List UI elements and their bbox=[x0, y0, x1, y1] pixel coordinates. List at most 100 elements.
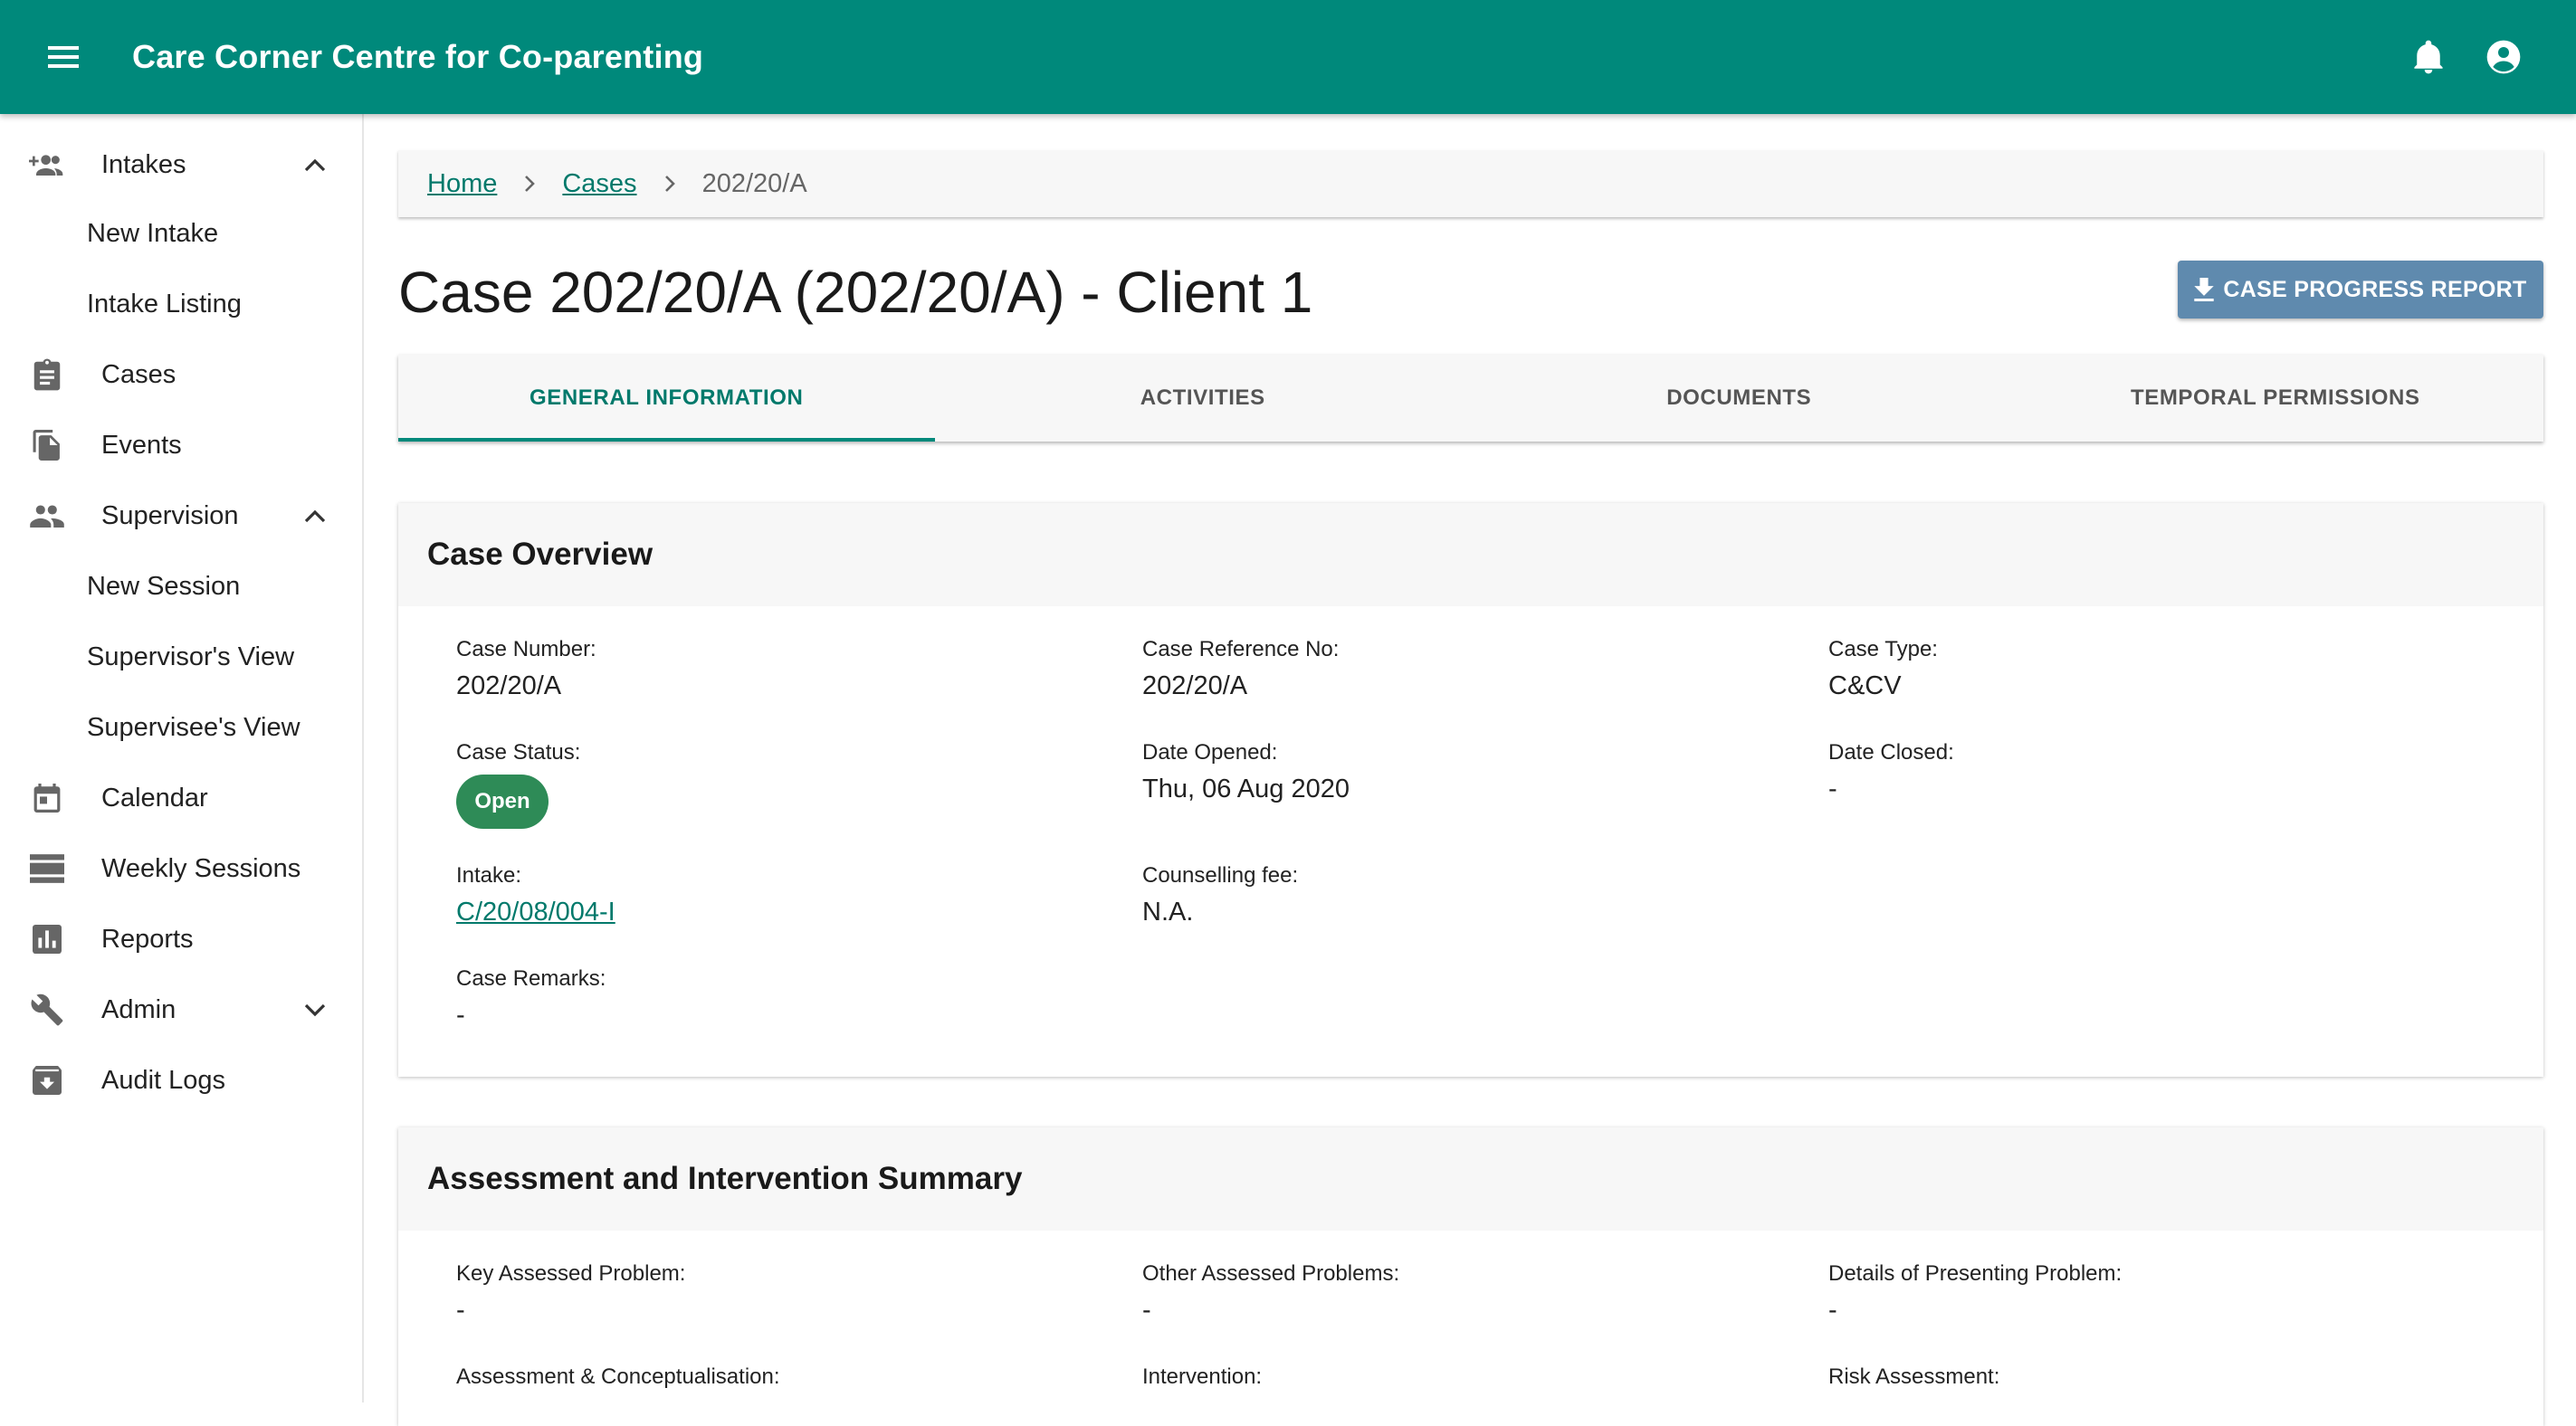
chevron-right-icon bbox=[637, 175, 702, 193]
sidebar-item-label: Admin bbox=[101, 994, 177, 1024]
sidebar-item-supervisees-view[interactable]: Supervisee's View bbox=[0, 695, 362, 760]
sidebar-item-label: Reports bbox=[101, 924, 194, 954]
case-status-field: Case Status: Open bbox=[456, 740, 580, 829]
field-label: Assessment & Conceptualisation: bbox=[456, 1364, 780, 1389]
file-copy-icon bbox=[29, 427, 65, 463]
tab-bar: GENERAL INFORMATION ACTIVITIES DOCUMENTS… bbox=[398, 355, 2543, 442]
date-opened-field: Date Opened: Thu, 06 Aug 2020 bbox=[1142, 740, 1350, 804]
sidebar-item-calendar[interactable]: Calendar bbox=[0, 765, 362, 831]
app-title: Care Corner Centre for Co-parenting bbox=[132, 38, 704, 75]
clipboard-icon bbox=[29, 356, 65, 393]
breadcrumb-cases-link[interactable]: Cases bbox=[562, 169, 636, 199]
view-list-icon bbox=[29, 851, 65, 887]
sidebar-item-label: Weekly Sessions bbox=[101, 853, 301, 883]
tab-general-information[interactable]: GENERAL INFORMATION bbox=[398, 355, 935, 442]
sidebar-item-cases[interactable]: Cases bbox=[0, 342, 362, 407]
sidebar-item-weekly-sessions[interactable]: Weekly Sessions bbox=[0, 836, 362, 901]
conceptualisation-field: Assessment & Conceptualisation: bbox=[456, 1364, 780, 1390]
intake-link[interactable]: C/20/08/004-I bbox=[456, 898, 615, 927]
field-label: Key Assessed Problem: bbox=[456, 1261, 686, 1286]
download-icon bbox=[2194, 278, 2215, 301]
sidebar-item-supervision[interactable]: Supervision bbox=[0, 483, 362, 548]
account-circle-icon[interactable] bbox=[2485, 39, 2522, 75]
sidebar-item-events[interactable]: Events bbox=[0, 413, 362, 478]
field-label: Other Assessed Problems: bbox=[1142, 1261, 1400, 1286]
sidebar-item-label: Audit Logs bbox=[101, 1065, 226, 1095]
case-progress-report-button[interactable]: CASE PROGRESS REPORT bbox=[2178, 261, 2543, 318]
sidebar-item-label: Supervisor's View bbox=[87, 642, 295, 671]
sidebar-item-intake-listing[interactable]: Intake Listing bbox=[0, 271, 362, 337]
status-badge: Open bbox=[456, 775, 549, 829]
sidebar-item-new-session[interactable]: New Session bbox=[0, 554, 362, 619]
report-button-label: CASE PROGRESS REPORT bbox=[2223, 276, 2527, 302]
case-reference-field: Case Reference No: 202/20/A bbox=[1142, 637, 1339, 701]
tab-temporal-permissions[interactable]: TEMPORAL PERMISSIONS bbox=[2008, 355, 2544, 442]
breadcrumb-home-link[interactable]: Home bbox=[427, 169, 497, 199]
sidebar-item-label: Intake Listing bbox=[87, 289, 242, 318]
case-overview-card: Case Overview Case Number: 202/20/A Case… bbox=[398, 503, 2543, 1077]
case-type-field: Case Type: C&CV bbox=[1828, 637, 1938, 701]
app-bar: Care Corner Centre for Co-parenting bbox=[0, 0, 2576, 114]
field-label: Case Number: bbox=[456, 637, 596, 661]
sidebar: Intakes New Intake Intake Listing Cases … bbox=[0, 114, 364, 1402]
assessment-heading: Assessment and Intervention Summary bbox=[398, 1127, 2543, 1231]
case-overview-heading: Case Overview bbox=[398, 503, 2543, 606]
counselling-fee-field: Counselling fee: N.A. bbox=[1142, 863, 1298, 927]
tab-documents[interactable]: DOCUMENTS bbox=[1471, 355, 2008, 442]
field-label: Intake: bbox=[456, 863, 522, 888]
sidebar-item-label: Events bbox=[101, 430, 182, 460]
field-label: Case Type: bbox=[1828, 637, 1938, 661]
field-value: - bbox=[456, 1001, 465, 1030]
sidebar-item-reports[interactable]: Reports bbox=[0, 907, 362, 972]
page-title: Case 202/20/A (202/20/A) - Client 1 bbox=[398, 260, 1313, 325]
field-value: - bbox=[1828, 775, 1837, 803]
field-label: Date Opened: bbox=[1142, 740, 1278, 765]
key-problem-field: Key Assessed Problem: - bbox=[456, 1261, 685, 1326]
bell-icon[interactable] bbox=[2413, 39, 2444, 75]
tab-activities[interactable]: ACTIVITIES bbox=[935, 355, 1472, 442]
calendar-icon bbox=[29, 780, 65, 816]
field-value: - bbox=[456, 1296, 465, 1325]
sidebar-item-new-intake[interactable]: New Intake bbox=[0, 201, 362, 266]
chevron-down-icon[interactable] bbox=[299, 993, 331, 1026]
sidebar-item-label: New Intake bbox=[87, 218, 219, 248]
bar-chart-icon bbox=[29, 921, 65, 957]
chevron-right-icon bbox=[497, 175, 562, 193]
main-content: Home Cases 202/20/A Case 202/20/A (202/2… bbox=[364, 114, 2576, 1426]
case-number-field: Case Number: 202/20/A bbox=[456, 637, 596, 701]
sidebar-item-supervisors-view[interactable]: Supervisor's View bbox=[0, 624, 362, 689]
field-label: Details of Presenting Problem: bbox=[1828, 1261, 2123, 1286]
archive-icon bbox=[29, 1062, 65, 1098]
field-value: Thu, 06 Aug 2020 bbox=[1142, 775, 1350, 803]
field-value: - bbox=[1828, 1296, 1837, 1325]
people-icon bbox=[29, 498, 65, 534]
sidebar-item-label: New Session bbox=[87, 571, 241, 601]
field-label: Case Reference No: bbox=[1142, 637, 1340, 661]
intake-field: Intake: C/20/08/004-I bbox=[456, 863, 615, 927]
intervention-field: Intervention: bbox=[1142, 1364, 1262, 1390]
sidebar-item-label: Calendar bbox=[101, 783, 208, 813]
menu-icon[interactable] bbox=[43, 37, 83, 77]
person-add-icon bbox=[29, 147, 65, 183]
sidebar-item-intakes[interactable]: Intakes bbox=[0, 132, 362, 197]
presenting-problem-field: Details of Presenting Problem: - bbox=[1828, 1261, 2122, 1326]
sidebar-item-admin[interactable]: Admin bbox=[0, 977, 362, 1042]
breadcrumb-current: 202/20/A bbox=[701, 168, 807, 198]
breadcrumb: Home Cases 202/20/A bbox=[398, 150, 2543, 217]
sidebar-item-label: Cases bbox=[101, 359, 177, 389]
field-label: Case Status: bbox=[456, 740, 581, 765]
field-value: 202/20/A bbox=[456, 671, 562, 700]
sidebar-item-label: Supervisee's View bbox=[87, 712, 301, 742]
risk-assessment-field: Risk Assessment: bbox=[1828, 1364, 1999, 1390]
field-label: Risk Assessment: bbox=[1828, 1364, 2000, 1389]
field-label: Intervention: bbox=[1142, 1364, 1263, 1389]
field-value: C&CV bbox=[1828, 671, 1902, 700]
field-value: 202/20/A bbox=[1142, 671, 1248, 700]
field-label: Case Remarks: bbox=[456, 966, 606, 991]
sidebar-item-audit-logs[interactable]: Audit Logs bbox=[0, 1048, 362, 1113]
assessment-card: Assessment and Intervention Summary Key … bbox=[398, 1127, 2543, 1426]
chevron-up-icon[interactable] bbox=[299, 148, 331, 181]
other-problems-field: Other Assessed Problems: - bbox=[1142, 1261, 1399, 1326]
chevron-up-icon[interactable] bbox=[299, 499, 331, 532]
field-label: Counselling fee: bbox=[1142, 863, 1299, 888]
